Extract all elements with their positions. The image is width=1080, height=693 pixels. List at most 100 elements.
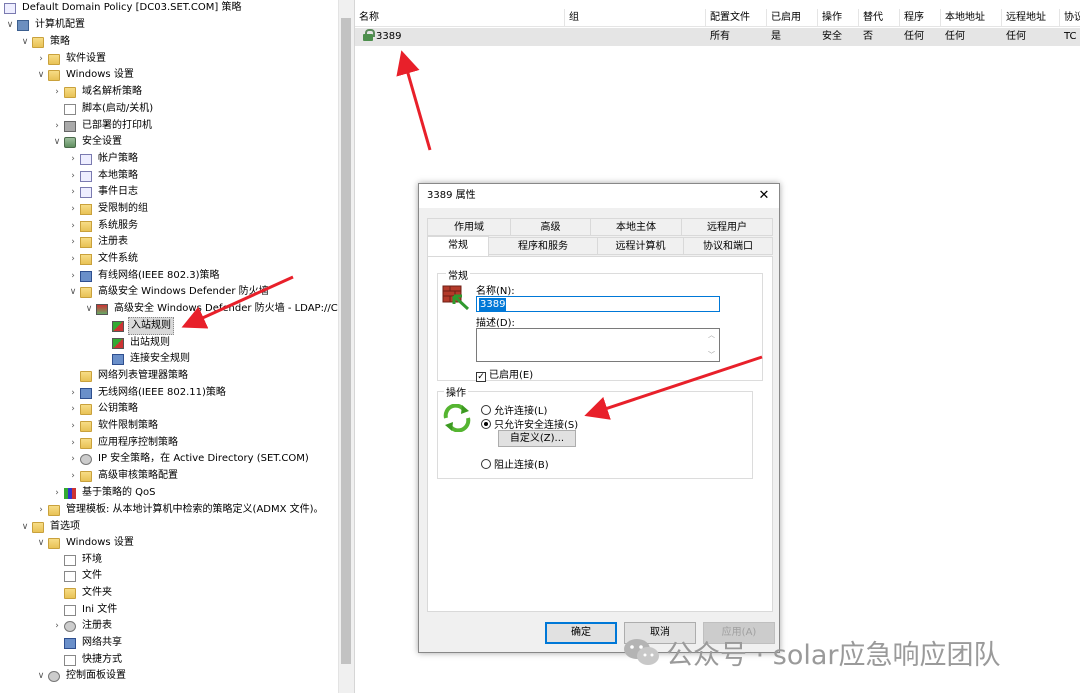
column-header-protocol[interactable]: 协议 xyxy=(1060,9,1080,27)
tree-item[interactable]: › 公钥策略 xyxy=(67,401,140,417)
collapsed-chevron-icon[interactable]: › xyxy=(51,84,63,100)
tree-item[interactable]: › 管理模板: 从本地计算机中检索的策略定义(ADMX 文件)。 xyxy=(35,502,326,518)
collapsed-chevron-icon[interactable]: › xyxy=(67,184,79,200)
tab-remote-users[interactable]: 远程用户 xyxy=(681,218,773,236)
tree-item[interactable]: ∨ 高级安全 Windows Defender 防火墙 xyxy=(67,284,271,300)
description-scrollbar[interactable]: ︿ ﹀ xyxy=(706,330,718,360)
scroll-down-icon[interactable]: ﹀ xyxy=(708,350,715,360)
collapsed-chevron-icon[interactable]: › xyxy=(35,51,47,67)
collapsed-chevron-icon[interactable]: › xyxy=(67,151,79,167)
tree-item[interactable]: › 系统服务 xyxy=(67,218,140,234)
tree-item[interactable]: Ini 文件 xyxy=(51,602,119,618)
allow-connection-radio[interactable]: 允许连接(L) xyxy=(481,402,547,417)
column-header-remote-address[interactable]: 远程地址 xyxy=(1002,9,1060,27)
tree-item[interactable]: › 受限制的组 xyxy=(67,201,150,217)
collapsed-chevron-icon[interactable]: › xyxy=(51,118,63,134)
dialog-titlebar[interactable]: 3389 属性 ✕ xyxy=(419,184,779,208)
table-row[interactable]: 3389 所有 是 安全 否 任何 任何 任何 TC xyxy=(355,28,1080,46)
tree-item[interactable]: Default Domain Policy [DC03.SET.COM] 策略 xyxy=(3,0,243,16)
tree-item[interactable]: 文件 xyxy=(51,568,104,584)
tab-programs-services[interactable]: 程序和服务 xyxy=(488,237,598,255)
tree-item[interactable]: 网络共享 xyxy=(51,635,124,651)
column-header-override[interactable]: 替代 xyxy=(859,9,900,27)
collapsed-chevron-icon[interactable]: › xyxy=(67,251,79,267)
collapsed-chevron-icon[interactable]: › xyxy=(67,168,79,184)
tree-item[interactable]: 文件夹 xyxy=(51,585,114,601)
expanded-chevron-icon[interactable]: ∨ xyxy=(19,519,31,535)
tree-item[interactable]: › 注册表 xyxy=(67,234,130,250)
collapsed-chevron-icon[interactable]: › xyxy=(35,502,47,518)
tree-item[interactable]: › 无线网络(IEEE 802.11)策略 xyxy=(67,385,228,401)
tree-item[interactable]: › 事件日志 xyxy=(67,184,140,200)
tab-remote-computers[interactable]: 远程计算机 xyxy=(597,237,684,255)
tree-item[interactable]: 网络列表管理器策略 xyxy=(67,368,190,384)
allow-secure-connection-radio[interactable]: 只允许安全连接(S) xyxy=(481,416,578,431)
tree-scrollbar-thumb[interactable] xyxy=(341,18,351,664)
tree-item[interactable]: › 软件设置 xyxy=(35,51,108,67)
collapsed-chevron-icon[interactable]: › xyxy=(67,435,79,451)
tree-item[interactable]: 入站规则 xyxy=(99,317,174,335)
block-connection-radio[interactable]: 阻止连接(B) xyxy=(481,456,549,471)
tree-item[interactable]: 脚本(启动/关机) xyxy=(51,101,155,117)
column-header-action[interactable]: 操作 xyxy=(818,9,859,27)
column-header-local-address[interactable]: 本地地址 xyxy=(941,9,1002,27)
customize-button[interactable]: 自定义(Z)... xyxy=(498,430,576,447)
expanded-chevron-icon[interactable]: ∨ xyxy=(4,17,16,33)
collapsed-chevron-icon[interactable]: › xyxy=(67,234,79,250)
tree-item[interactable]: › 已部署的打印机 xyxy=(51,118,154,134)
tree-item[interactable]: › 高级审核策略配置 xyxy=(67,468,180,484)
collapsed-chevron-icon[interactable]: › xyxy=(51,485,63,501)
tab-scope[interactable]: 作用域 xyxy=(427,218,511,236)
expanded-chevron-icon[interactable]: ∨ xyxy=(35,668,47,684)
tree-item[interactable]: › 帐户策略 xyxy=(67,151,140,167)
tree-item[interactable]: ∨ 首选项 xyxy=(19,519,82,535)
column-header-enabled[interactable]: 已启用 xyxy=(767,9,818,27)
expanded-chevron-icon[interactable]: ∨ xyxy=(67,284,79,300)
tree-item[interactable]: › 基于策略的 QoS xyxy=(51,485,158,501)
column-header-profile[interactable]: 配置文件 xyxy=(706,9,767,27)
tree-item[interactable]: › 文件系统 xyxy=(67,251,140,267)
expanded-chevron-icon[interactable]: ∨ xyxy=(51,134,63,150)
tree-item[interactable]: › 应用程序控制策略 xyxy=(67,435,180,451)
tree-item[interactable]: 快捷方式 xyxy=(51,652,124,668)
column-header-name[interactable]: 名称 xyxy=(355,9,565,27)
collapsed-chevron-icon[interactable]: › xyxy=(67,401,79,417)
collapsed-chevron-icon[interactable]: › xyxy=(67,385,79,401)
expanded-chevron-icon[interactable]: ∨ xyxy=(19,34,31,50)
tab-general[interactable]: 常规 xyxy=(427,236,489,256)
expanded-chevron-icon[interactable]: ∨ xyxy=(35,535,47,551)
expanded-chevron-icon[interactable]: ∨ xyxy=(83,301,95,317)
tree-item[interactable]: › 注册表 xyxy=(51,618,114,634)
collapsed-chevron-icon[interactable]: › xyxy=(51,618,63,634)
tree-item[interactable]: 出站规则 xyxy=(99,335,172,351)
tree-item[interactable]: › 域名解析策略 xyxy=(51,84,144,100)
close-icon[interactable]: ✕ xyxy=(753,184,775,208)
tree-item[interactable]: 环境 xyxy=(51,552,104,568)
tree-item[interactable]: ∨ 控制面板设置 xyxy=(35,668,128,684)
enabled-checkbox[interactable]: ✓ 已启用(E) xyxy=(476,366,533,382)
tree-item[interactable]: ∨ 高级安全 Windows Defender 防火墙 - LDAP://C xyxy=(83,301,338,317)
collapsed-chevron-icon[interactable]: › xyxy=(67,418,79,434)
collapsed-chevron-icon[interactable]: › xyxy=(67,268,79,284)
tree-item[interactable]: ∨ 策略 xyxy=(19,34,72,50)
column-header-group[interactable]: 组 xyxy=(565,9,706,27)
tree-item[interactable]: › IP 安全策略，在 Active Directory (SET.COM) xyxy=(67,451,311,467)
collapsed-chevron-icon[interactable]: › xyxy=(67,451,79,467)
expanded-chevron-icon[interactable]: ∨ xyxy=(35,67,47,83)
tree-item[interactable]: ∨ Windows 设置 xyxy=(35,535,136,551)
ok-button[interactable]: 确定 xyxy=(545,622,617,644)
tree-item[interactable]: › 有线网络(IEEE 802.3)策略 xyxy=(67,268,222,284)
collapsed-chevron-icon[interactable]: › xyxy=(67,468,79,484)
tree-item[interactable]: ∨ 计算机配置 xyxy=(4,17,87,33)
tab-protocols-ports[interactable]: 协议和端口 xyxy=(683,237,773,255)
description-field[interactable]: ︿ ﹀ xyxy=(476,328,720,362)
collapsed-chevron-icon[interactable]: › xyxy=(67,218,79,234)
scroll-up-icon[interactable]: ︿ xyxy=(708,330,715,340)
tree-item[interactable]: › 本地策略 xyxy=(67,168,140,184)
tab-advanced[interactable]: 高级 xyxy=(510,218,591,236)
tree-item[interactable]: 连接安全规则 xyxy=(99,351,192,367)
collapsed-chevron-icon[interactable]: › xyxy=(67,201,79,217)
tree-item[interactable]: ∨ Windows 设置 xyxy=(35,67,136,83)
name-field[interactable]: 3389 xyxy=(476,296,720,312)
column-header-program[interactable]: 程序 xyxy=(900,9,941,27)
